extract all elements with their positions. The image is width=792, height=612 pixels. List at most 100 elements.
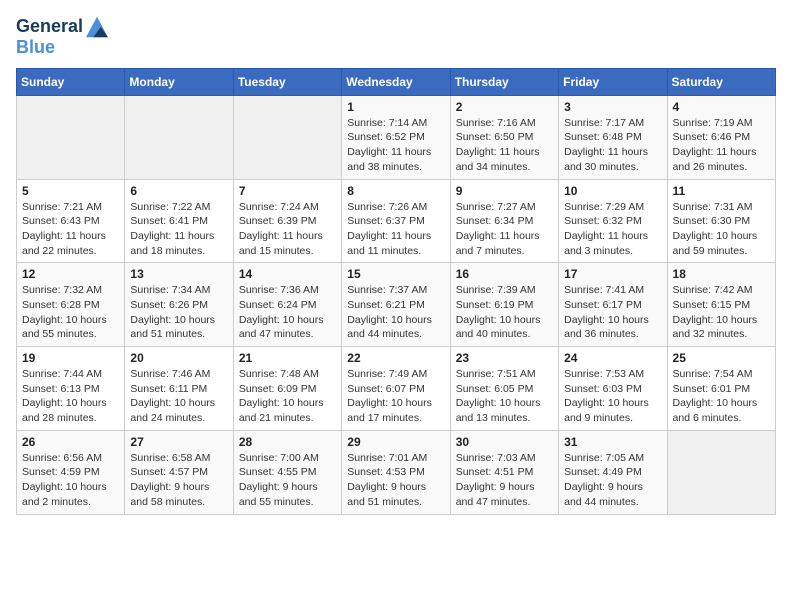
day-info: Sunrise: 7:53 AM Sunset: 6:03 PM Dayligh… [564,367,661,426]
day-number: 31 [564,435,661,449]
day-number: 1 [347,100,444,114]
day-number: 11 [673,184,770,198]
day-cell: 8Sunrise: 7:26 AM Sunset: 6:37 PM Daylig… [342,179,450,263]
day-number: 6 [130,184,227,198]
day-cell: 16 Sunrise: 7:39 AM Sunset: 6:19 PM Dayli… [450,263,558,347]
day-number: 23 [456,351,553,365]
day-cell: 5 Sunrise: 7:21 AM Sunset: 6:43 PM Daylig… [17,179,125,263]
day-info: Sunrise: 7:26 AM Sunset: 6:37 PM Dayligh… [347,200,444,259]
day-number: 13 [130,267,227,281]
day-cell: 25 Sunrise: 7:54 AM Sunset: 6:01 PM Dayli… [667,347,775,431]
day-cell: 14Sunrise: 7:36 AM Sunset: 6:24 PM Dayli… [233,263,341,347]
day-number: 20 [130,351,227,365]
day-info: Sunrise: 7:46 AM Sunset: 6:11 PM Dayligh… [130,367,227,426]
day-cell: 18Sunrise: 7:42 AM Sunset: 6:15 PM Dayli… [667,263,775,347]
day-info: Sunrise: 7:27 AM Sunset: 6:34 PM Dayligh… [456,200,553,259]
day-number: 26 [22,435,119,449]
day-number: 30 [456,435,553,449]
day-cell: 29 Sunrise: 7:01 AM Sunset: 4:53 PM Dayli… [342,430,450,514]
page-header: GeneralBlue [16,16,776,58]
weekday-header-sunday: Sunday [17,68,125,95]
day-info: Sunrise: 7:36 AM Sunset: 6:24 PM Dayligh… [239,283,336,342]
week-row-4: 19 Sunrise: 7:44 AM Sunset: 6:13 PM Dayli… [17,347,776,431]
logo: GeneralBlue [16,16,108,58]
weekday-header-thursday: Thursday [450,68,558,95]
day-info: Sunrise: 7:32 AM Sunset: 6:28 PM Dayligh… [22,283,119,342]
day-cell: 13 Sunrise: 7:34 AM Sunset: 6:26 PM Dayli… [125,263,233,347]
day-info: Sunrise: 7:54 AM Sunset: 6:01 PM Dayligh… [673,367,770,426]
day-cell: 22 Sunrise: 7:49 AM Sunset: 6:07 PM Dayli… [342,347,450,431]
day-cell: 20 Sunrise: 7:46 AM Sunset: 6:11 PM Dayli… [125,347,233,431]
day-info: Sunrise: 6:58 AM Sunset: 4:57 PM Dayligh… [130,451,227,510]
day-number: 19 [22,351,119,365]
day-number: 3 [564,100,661,114]
day-cell: 27 Sunrise: 6:58 AM Sunset: 4:57 PM Dayli… [125,430,233,514]
week-row-2: 5 Sunrise: 7:21 AM Sunset: 6:43 PM Daylig… [17,179,776,263]
day-number: 28 [239,435,336,449]
day-cell: 31Sunrise: 7:05 AM Sunset: 4:49 PM Dayli… [559,430,667,514]
day-info: Sunrise: 7:34 AM Sunset: 6:26 PM Dayligh… [130,283,227,342]
day-info: Sunrise: 7:00 AM Sunset: 4:55 PM Dayligh… [239,451,336,510]
day-cell: 6 Sunrise: 7:22 AM Sunset: 6:41 PM Daylig… [125,179,233,263]
day-number: 24 [564,351,661,365]
day-number: 18 [673,267,770,281]
day-cell: 23 Sunrise: 7:51 AM Sunset: 6:05 PM Dayli… [450,347,558,431]
day-cell: 12Sunrise: 7:32 AM Sunset: 6:28 PM Dayli… [17,263,125,347]
day-number: 16 [456,267,553,281]
day-info: Sunrise: 7:29 AM Sunset: 6:32 PM Dayligh… [564,200,661,259]
week-row-3: 12Sunrise: 7:32 AM Sunset: 6:28 PM Dayli… [17,263,776,347]
day-info: Sunrise: 7:16 AM Sunset: 6:50 PM Dayligh… [456,116,553,175]
day-number: 2 [456,100,553,114]
day-info: Sunrise: 7:22 AM Sunset: 6:41 PM Dayligh… [130,200,227,259]
day-cell: 2 Sunrise: 7:16 AM Sunset: 6:50 PM Daylig… [450,95,558,179]
day-number: 17 [564,267,661,281]
day-cell: 17 Sunrise: 7:41 AM Sunset: 6:17 PM Dayli… [559,263,667,347]
day-info: Sunrise: 7:37 AM Sunset: 6:21 PM Dayligh… [347,283,444,342]
day-info: Sunrise: 7:19 AM Sunset: 6:46 PM Dayligh… [673,116,770,175]
day-cell: 7 Sunrise: 7:24 AM Sunset: 6:39 PM Daylig… [233,179,341,263]
week-row-1: 1Sunrise: 7:14 AM Sunset: 6:52 PM Daylig… [17,95,776,179]
day-info: Sunrise: 6:56 AM Sunset: 4:59 PM Dayligh… [22,451,119,510]
day-cell: 30 Sunrise: 7:03 AM Sunset: 4:51 PM Dayli… [450,430,558,514]
day-number: 10 [564,184,661,198]
day-number: 25 [673,351,770,365]
day-cell: 9Sunrise: 7:27 AM Sunset: 6:34 PM Daylig… [450,179,558,263]
day-cell: 19 Sunrise: 7:44 AM Sunset: 6:13 PM Dayli… [17,347,125,431]
day-info: Sunrise: 7:49 AM Sunset: 6:07 PM Dayligh… [347,367,444,426]
day-number: 7 [239,184,336,198]
day-info: Sunrise: 7:48 AM Sunset: 6:09 PM Dayligh… [239,367,336,426]
day-cell: 26 Sunrise: 6:56 AM Sunset: 4:59 PM Dayli… [17,430,125,514]
logo-text: GeneralBlue [16,16,108,58]
day-info: Sunrise: 7:51 AM Sunset: 6:05 PM Dayligh… [456,367,553,426]
weekday-header-wednesday: Wednesday [342,68,450,95]
day-cell: 1Sunrise: 7:14 AM Sunset: 6:52 PM Daylig… [342,95,450,179]
day-number: 27 [130,435,227,449]
day-number: 5 [22,184,119,198]
weekday-header-friday: Friday [559,68,667,95]
day-info: Sunrise: 7:41 AM Sunset: 6:17 PM Dayligh… [564,283,661,342]
day-cell: 4 Sunrise: 7:19 AM Sunset: 6:46 PM Daylig… [667,95,775,179]
day-number: 22 [347,351,444,365]
day-info: Sunrise: 7:03 AM Sunset: 4:51 PM Dayligh… [456,451,553,510]
day-info: Sunrise: 7:01 AM Sunset: 4:53 PM Dayligh… [347,451,444,510]
day-cell [125,95,233,179]
day-info: Sunrise: 7:21 AM Sunset: 6:43 PM Dayligh… [22,200,119,259]
day-number: 15 [347,267,444,281]
weekday-header-monday: Monday [125,68,233,95]
day-info: Sunrise: 7:44 AM Sunset: 6:13 PM Dayligh… [22,367,119,426]
day-info: Sunrise: 7:24 AM Sunset: 6:39 PM Dayligh… [239,200,336,259]
day-number: 29 [347,435,444,449]
weekday-header-row: SundayMondayTuesdayWednesdayThursdayFrid… [17,68,776,95]
weekday-header-saturday: Saturday [667,68,775,95]
day-cell: 10 Sunrise: 7:29 AM Sunset: 6:32 PM Dayli… [559,179,667,263]
day-info: Sunrise: 7:39 AM Sunset: 6:19 PM Dayligh… [456,283,553,342]
day-number: 21 [239,351,336,365]
calendar: SundayMondayTuesdayWednesdayThursdayFrid… [16,68,776,515]
day-cell: 24 Sunrise: 7:53 AM Sunset: 6:03 PM Dayli… [559,347,667,431]
day-info: Sunrise: 7:31 AM Sunset: 6:30 PM Dayligh… [673,200,770,259]
day-number: 4 [673,100,770,114]
day-cell: 21 Sunrise: 7:48 AM Sunset: 6:09 PM Dayli… [233,347,341,431]
day-cell: 11 Sunrise: 7:31 AM Sunset: 6:30 PM Dayli… [667,179,775,263]
week-row-5: 26 Sunrise: 6:56 AM Sunset: 4:59 PM Dayli… [17,430,776,514]
day-cell: 28 Sunrise: 7:00 AM Sunset: 4:55 PM Dayli… [233,430,341,514]
